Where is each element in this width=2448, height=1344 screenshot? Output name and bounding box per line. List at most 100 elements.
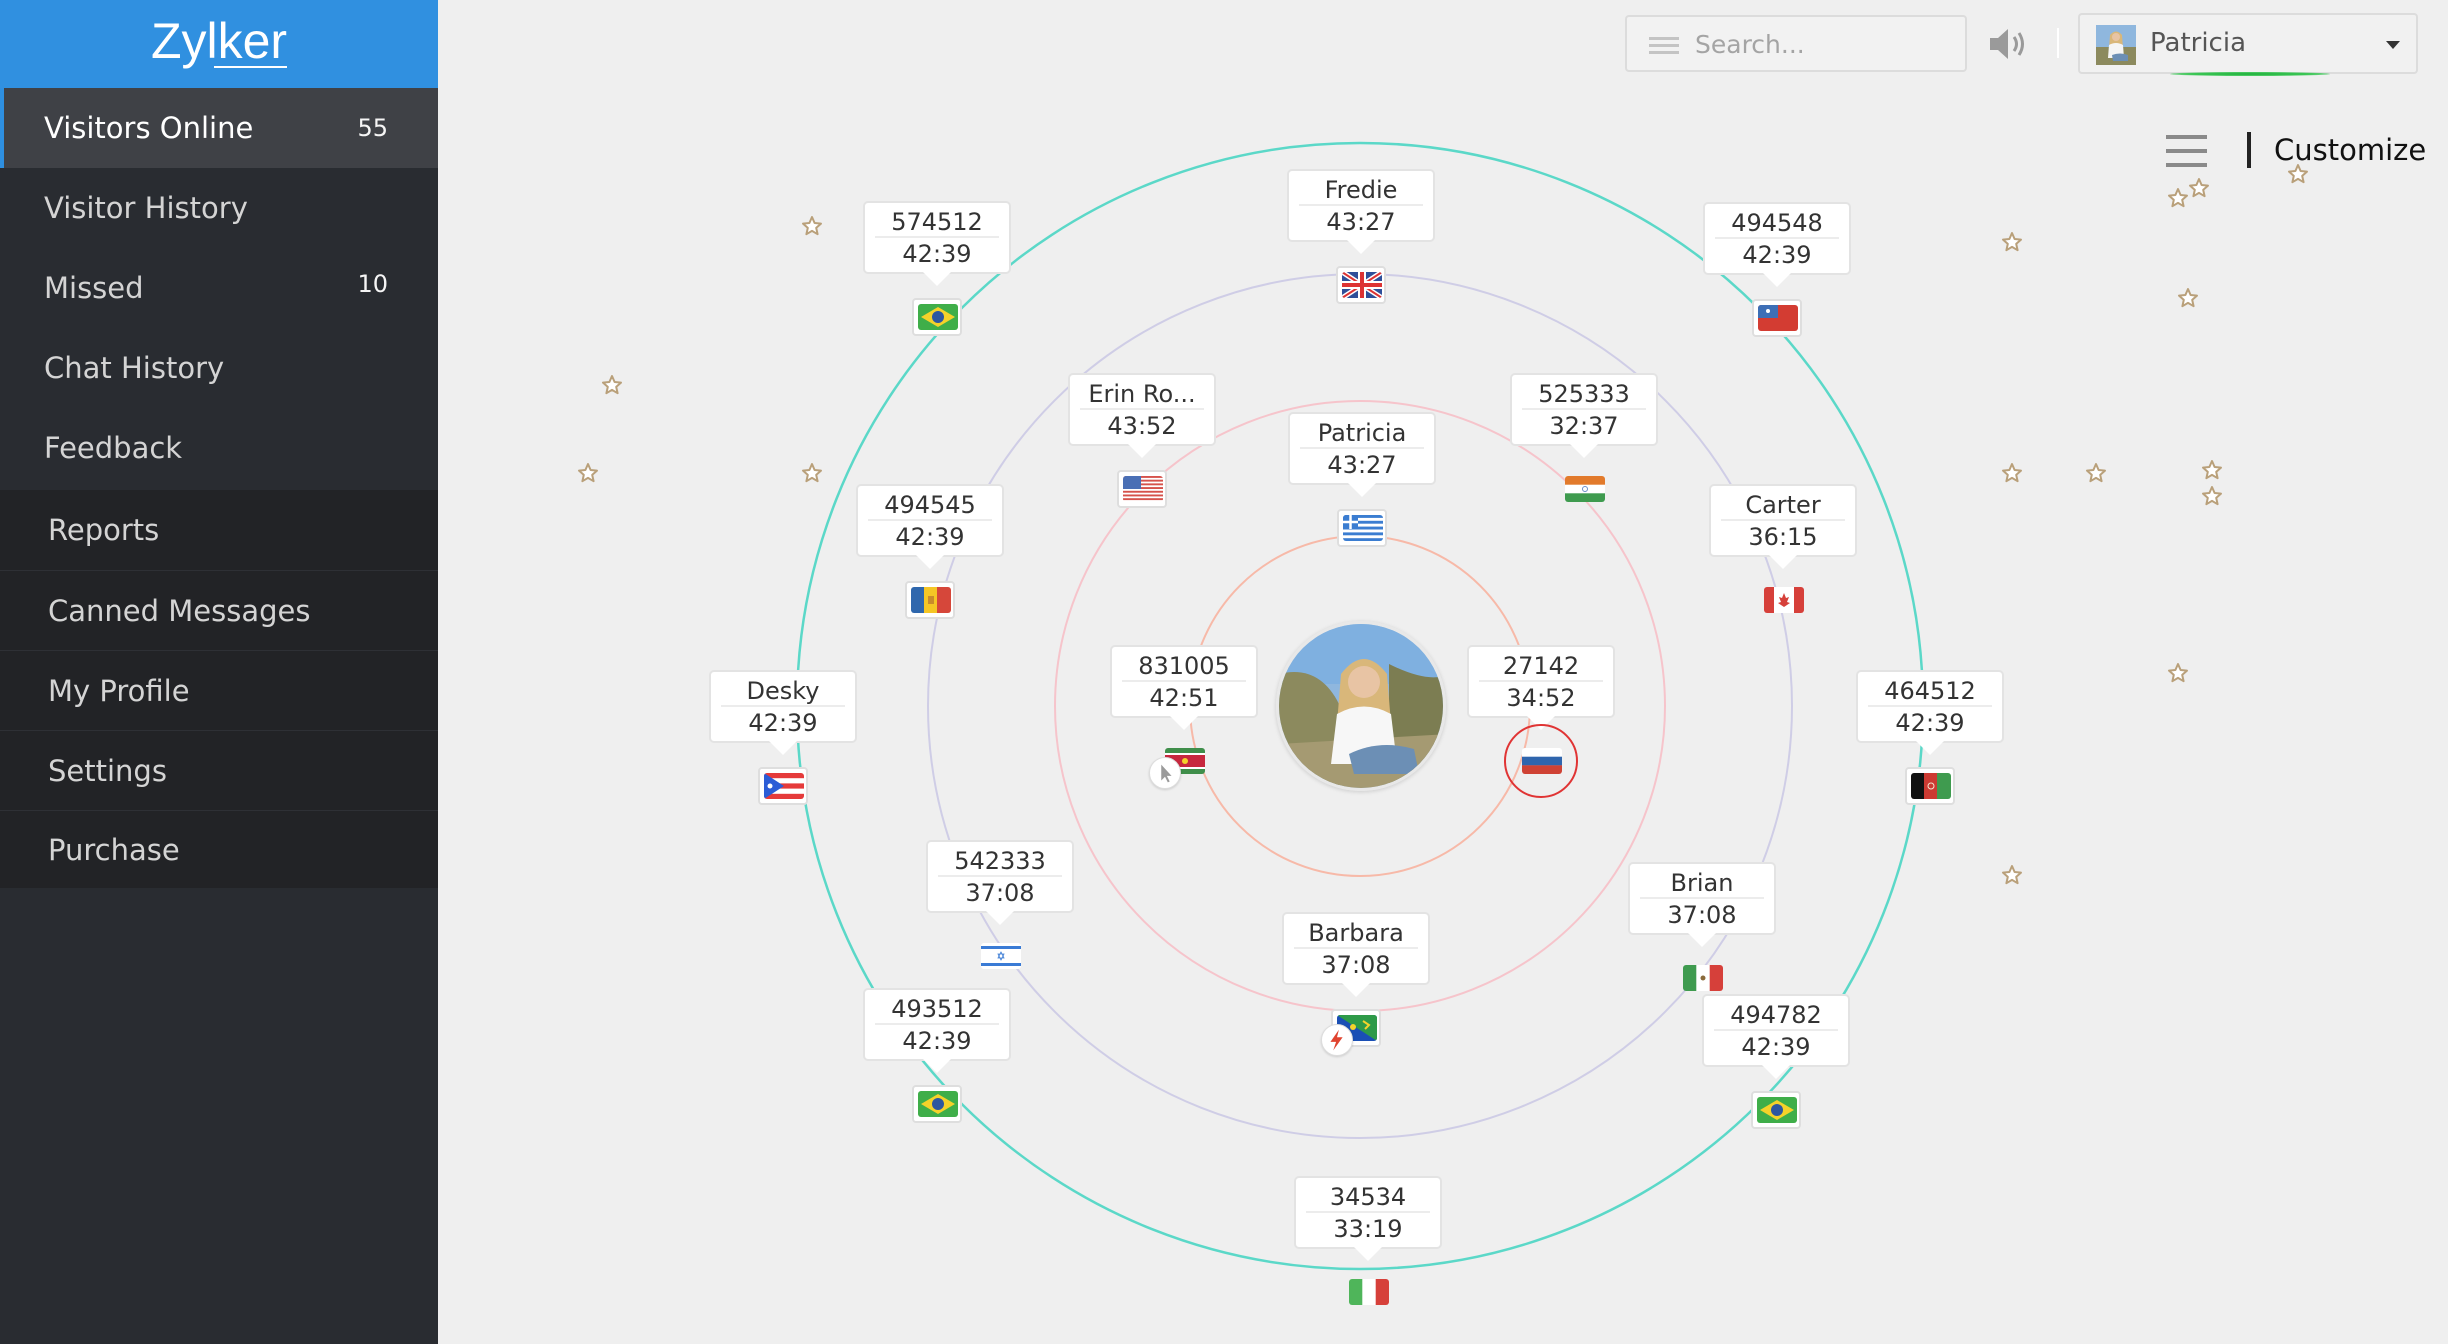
visitor-card[interactable]: Fredie 43:27: [1287, 169, 1435, 254]
flag-ws-icon: [1758, 305, 1798, 331]
visitor-name: 525333: [1522, 375, 1646, 410]
visitor-card[interactable]: 27142 34:52: [1467, 645, 1615, 730]
star-icon: [601, 374, 623, 396]
visitor-name: 831005: [1122, 647, 1246, 682]
star-icon: [2085, 462, 2107, 484]
visitor-duration: 42:39: [1742, 241, 1812, 269]
visitor-card[interactable]: 542333 37:08: [926, 840, 1074, 925]
visitor-duration: 42:39: [1741, 1033, 1811, 1061]
visitor-duration: 36:15: [1748, 523, 1818, 551]
sidebar-item-canned-messages[interactable]: Canned Messages: [0, 570, 438, 650]
visitor-flag[interactable]: [912, 298, 962, 336]
visitor-duration: 37:08: [1321, 951, 1391, 979]
visitor-duration: 42:39: [1895, 709, 1965, 737]
visitor-duration: 42:39: [902, 240, 972, 268]
visitor-card[interactable]: 574512 42:39: [863, 201, 1011, 286]
visitor-flag[interactable]: [905, 581, 955, 619]
visitor-card[interactable]: 494782 42:39: [1702, 994, 1850, 1079]
visitor-name: Desky: [721, 672, 845, 707]
search-box[interactable]: [1625, 15, 1967, 72]
visitor-flag[interactable]: [1905, 767, 1955, 805]
star-icon: [2167, 187, 2189, 209]
visitor-name: Fredie: [1299, 171, 1423, 206]
visitor-flag[interactable]: [1516, 742, 1566, 780]
star-icon: [801, 215, 823, 237]
visitor-card[interactable]: Brian 37:08: [1628, 862, 1776, 947]
visitor-flag[interactable]: [912, 1085, 962, 1123]
menu-icon[interactable]: [1649, 37, 1679, 55]
flag-it-icon: [1349, 1279, 1389, 1305]
visitor-name: 494545: [868, 486, 992, 521]
sidebar-item-reports[interactable]: Reports: [0, 490, 438, 570]
logo-underline: [213, 66, 288, 68]
sidebar-item-label: Canned Messages: [48, 594, 311, 628]
visitor-card[interactable]: 34534 33:19: [1294, 1176, 1442, 1261]
online-status-indicator: [2170, 72, 2330, 76]
sidebar-item-label: Purchase: [48, 833, 180, 867]
sidebar-item-chat-history[interactable]: Chat History: [0, 328, 438, 408]
visitor-name: 493512: [875, 990, 999, 1025]
brand-logo[interactable]: Zylker: [0, 0, 438, 88]
visitor-flag[interactable]: [1117, 470, 1167, 508]
sidebar-item-label: Feedback: [44, 431, 183, 465]
sidebar-item-settings[interactable]: Settings: [0, 730, 438, 810]
visitor-flag[interactable]: [1337, 509, 1387, 547]
visitor-card[interactable]: Erin Ro... 43:52: [1068, 373, 1216, 458]
visitor-card[interactable]: 494548 42:39: [1703, 202, 1851, 287]
star-icon: [2188, 177, 2210, 199]
visitor-flag[interactable]: [1751, 1091, 1801, 1129]
visitor-card[interactable]: 493512 42:39: [863, 988, 1011, 1073]
customize-button[interactable]: Customize: [2274, 130, 2426, 170]
sidebar-item-my-profile[interactable]: My Profile: [0, 650, 438, 730]
visitor-duration: 42:39: [895, 523, 965, 551]
visitor-card[interactable]: 831005 42:51: [1110, 645, 1258, 730]
visitor-card[interactable]: Barbara 37:08: [1282, 912, 1430, 997]
star-icon: [2001, 462, 2023, 484]
search-input[interactable]: [1695, 25, 1955, 63]
visitor-card[interactable]: Carter 36:15: [1709, 484, 1857, 569]
visitor-name: 574512: [875, 203, 999, 238]
visitor-flag[interactable]: [758, 767, 808, 805]
sidebar-item-visitors-online[interactable]: Visitors Online 55: [0, 88, 438, 168]
hamburger-icon[interactable]: [2166, 135, 2207, 168]
visitor-name: 494782: [1714, 996, 1838, 1031]
sidebar: Zylker Visitors Online 55 Visitor Histor…: [0, 0, 438, 1344]
sidebar-item-label: Settings: [48, 754, 167, 788]
operator-avatar-center[interactable]: [1276, 621, 1446, 791]
visitor-flag[interactable]: [1758, 581, 1808, 619]
visitor-flag[interactable]: [1677, 959, 1727, 997]
sidebar-item-label: Reports: [48, 513, 160, 547]
lightning-icon: [1321, 1024, 1353, 1056]
visitor-duration: 42:51: [1149, 684, 1219, 712]
cursor-icon: [1149, 757, 1181, 789]
sidebar-item-label: Missed: [44, 271, 144, 305]
visitor-flag[interactable]: [1343, 1273, 1393, 1311]
flag-in-icon: [1565, 476, 1605, 502]
flag-ca-icon: [1764, 587, 1804, 613]
visitor-flag[interactable]: [1336, 266, 1386, 304]
visitor-duration: 33:19: [1333, 1215, 1403, 1243]
visitor-card[interactable]: 464512 42:39: [1856, 670, 2004, 755]
star-icon: [2001, 231, 2023, 253]
sidebar-item-label: Visitor History: [44, 191, 248, 225]
flag-il-icon: [981, 943, 1021, 969]
visitor-flag[interactable]: [1559, 470, 1609, 508]
sidebar-item-visitor-history[interactable]: Visitor History: [0, 168, 438, 248]
star-icon: [801, 462, 823, 484]
sidebar-item-purchase[interactable]: Purchase: [0, 810, 438, 888]
speaker-icon[interactable]: [1988, 26, 2030, 62]
flag-af-icon: [1911, 773, 1951, 799]
operator-photo: [1279, 624, 1443, 788]
visitor-card[interactable]: 525333 32:37: [1510, 373, 1658, 458]
visitor-card[interactable]: Desky 42:39: [709, 670, 857, 755]
visitor-flag[interactable]: [975, 937, 1025, 975]
operator-status-dropdown[interactable]: Patricia: [2078, 13, 2418, 74]
sidebar-item-missed[interactable]: Missed 10: [0, 248, 438, 328]
divider: [2247, 132, 2251, 168]
star-icon: [577, 462, 599, 484]
visitor-card[interactable]: Patricia 43:27: [1288, 412, 1436, 497]
visitor-duration: 34:52: [1506, 684, 1576, 712]
visitor-card[interactable]: 494545 42:39: [856, 484, 1004, 569]
sidebar-item-feedback[interactable]: Feedback: [0, 408, 438, 490]
visitor-flag[interactable]: [1752, 299, 1802, 337]
